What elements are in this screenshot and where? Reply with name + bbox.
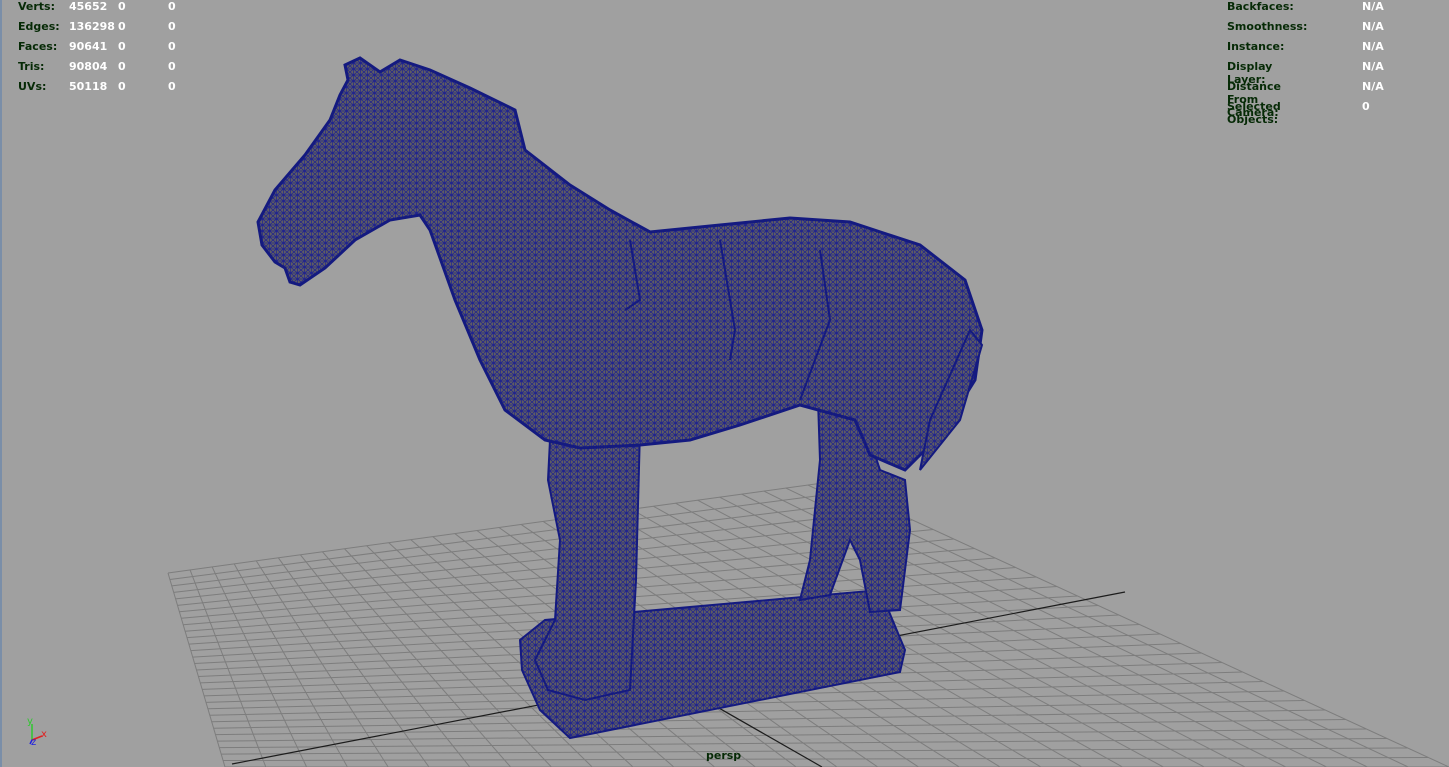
stat-value: 0 [168,60,176,73]
stat-value: 0 [168,80,176,93]
y-axis-label: y [27,716,33,727]
camera-name-label: persp [706,749,742,762]
stat-label: UVs: [18,80,47,93]
detail-value: 0 [1362,100,1370,113]
detail-value: N/A [1362,60,1384,73]
stat-value: 0 [168,20,176,33]
stat-value: 136298 [69,20,115,33]
detail-label: Selected Objects: [1227,100,1281,126]
detail-value: N/A [1362,0,1384,13]
stat-value: 50118 [69,80,108,93]
view-axis-gizmo: y x z [27,716,47,748]
stat-value: 0 [118,60,126,73]
detail-value: N/A [1362,80,1384,93]
horse-mesh[interactable] [256,56,984,740]
z-axis-label: z [31,737,36,748]
stat-value: 0 [118,0,126,13]
detail-label: Backfaces: [1227,0,1294,13]
x-axis-label: x [41,729,47,740]
stat-label: Verts: [18,0,56,13]
detail-label: Instance: [1227,40,1285,53]
perspective-viewport[interactable]: Verts: 45652 0 0 Edges: 136298 0 0 Faces: 90641 0 0… [0,0,1449,767]
stat-value: 0 [118,80,126,93]
stat-value: 90641 [69,40,108,53]
stat-value: 45652 [69,0,108,13]
horse-body [256,56,984,472]
horse-front-legs [533,428,642,702]
detail-value: N/A [1362,20,1384,33]
detail-label: Smoothness: [1227,20,1308,33]
stat-label: Tris: [18,60,45,73]
stat-value: 0 [168,40,176,53]
stat-label: Faces: [18,40,58,53]
detail-value: N/A [1362,40,1384,53]
stat-value: 0 [118,20,126,33]
stat-value: 90804 [69,60,108,73]
stat-label: Edges: [18,20,60,33]
stat-value: 0 [118,40,126,53]
stat-value: 0 [168,0,176,13]
